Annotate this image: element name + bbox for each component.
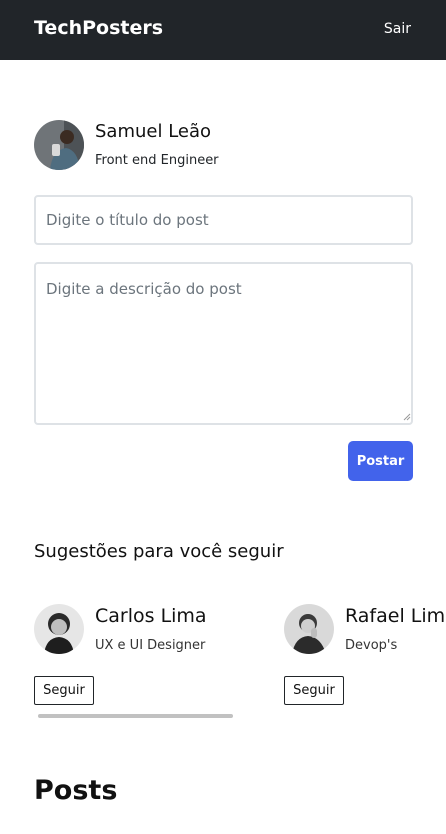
- suggestions-carousel[interactable]: Carlos Lima UX e UI Designer Seguir Rafa…: [34, 590, 446, 730]
- logout-link[interactable]: Sair: [384, 21, 411, 37]
- post-description-input[interactable]: [34, 262, 413, 425]
- user-name: Samuel Leão: [95, 121, 212, 142]
- suggestion-role: Devop's: [345, 638, 398, 653]
- suggestion-card: Rafael Lima Devop's Seguir: [284, 590, 446, 710]
- follow-button[interactable]: Seguir: [284, 676, 344, 705]
- suggestion-role: UX e UI Designer: [95, 638, 206, 653]
- suggestion-avatar: [284, 604, 334, 654]
- suggestion-name: Carlos Lima: [95, 605, 207, 627]
- suggestion-avatar: [34, 604, 84, 654]
- user-avatar: [34, 120, 84, 170]
- resize-grip-icon[interactable]: [403, 413, 411, 421]
- top-navbar: TechPosters Sair: [0, 0, 446, 60]
- carousel-scrollbar[interactable]: [38, 714, 233, 718]
- brand-logo[interactable]: TechPosters: [34, 17, 163, 39]
- post-title-input[interactable]: [34, 195, 413, 245]
- user-role: Front end Engineer: [95, 153, 219, 168]
- suggestion-card: Carlos Lima UX e UI Designer Seguir: [34, 590, 274, 710]
- suggestions-heading: Sugestões para você seguir: [34, 541, 284, 562]
- post-submit-button[interactable]: Postar: [348, 441, 413, 481]
- follow-button[interactable]: Seguir: [34, 676, 94, 705]
- posts-heading: Posts: [34, 775, 118, 806]
- suggestion-name: Rafael Lima: [345, 605, 446, 627]
